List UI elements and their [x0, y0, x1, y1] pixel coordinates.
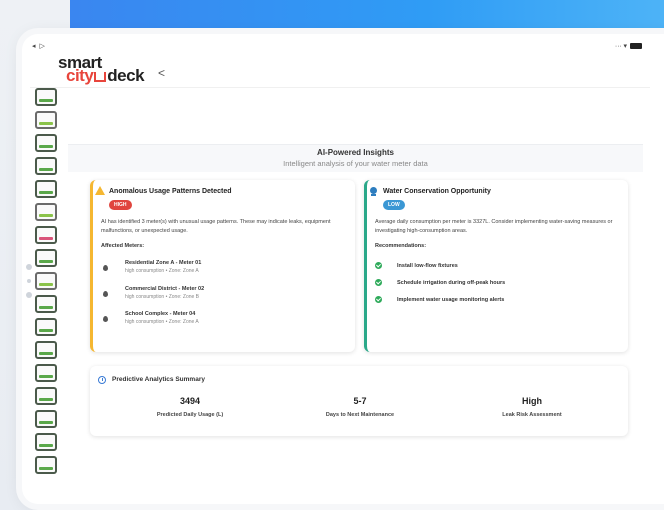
- sidebar-item-8[interactable]: [35, 249, 57, 267]
- sidebar-item-16[interactable]: [35, 433, 57, 451]
- priority-badge: LOW: [383, 200, 405, 210]
- sidebar-item-4[interactable]: [35, 157, 57, 175]
- status-right: ··∙ ▾: [615, 42, 642, 50]
- battery-icon: [630, 43, 642, 49]
- meter-item[interactable]: Residential Zone A - Meter 01 high consu…: [103, 260, 343, 280]
- affected-meters-heading: Affected Meters:: [101, 243, 145, 249]
- recommendation-item: Install low-flow fixtures: [375, 262, 615, 274]
- top-bar: smart city deck <: [30, 52, 650, 88]
- drop-icon: [103, 291, 108, 297]
- check-icon: [375, 296, 382, 303]
- stat-predicted-usage: 3494 Predicted Daily Usage (L): [110, 396, 270, 418]
- sidebar-item-2[interactable]: [35, 111, 57, 129]
- meter-item[interactable]: School Complex - Meter 04 high consumpti…: [103, 311, 343, 331]
- recommendation-text: Implement water usage monitoring alerts: [397, 297, 505, 303]
- anomaly-title: Anomalous Usage Patterns Detected: [109, 188, 232, 195]
- logo-line2: city deck: [66, 66, 145, 85]
- stat-label: Leak Risk Assessment: [502, 412, 562, 418]
- sidebar-nav: [30, 88, 62, 498]
- sidebar-item-12[interactable]: [35, 341, 57, 359]
- sidebar-item-11[interactable]: [35, 318, 57, 336]
- conservation-description: Average daily consumption per meter is 3…: [375, 219, 613, 234]
- sidebar-item-9[interactable]: [35, 272, 57, 290]
- sidebar-item-17[interactable]: [35, 456, 57, 474]
- meter-name: School Complex - Meter 04: [125, 311, 196, 317]
- sidebar-item-14[interactable]: [35, 387, 57, 405]
- meter-item[interactable]: Commercial District - Meter 02 high cons…: [103, 286, 343, 306]
- sidebar-item-1[interactable]: [35, 88, 57, 106]
- logo-city: city: [66, 66, 94, 85]
- status-bar: ◂ ▷ ··∙ ▾: [30, 40, 650, 52]
- stat-label: Predicted Daily Usage (L): [156, 412, 224, 418]
- check-icon: [375, 279, 382, 286]
- main-content: AI-Powered Insights Intelligent analysis…: [68, 88, 650, 498]
- insights-subtitle: Intelligent analysis of your water meter…: [283, 159, 428, 168]
- stat-leak-risk: High Leak Risk Assessment: [452, 396, 612, 418]
- bulb-icon: [370, 187, 377, 196]
- stat-value: 5-7: [353, 396, 367, 406]
- conservation-card: Water Conservation Opportunity LOW Avera…: [364, 180, 628, 352]
- recommendations-heading: Recommendations:: [375, 243, 427, 249]
- recommendation-text: Install low-flow fixtures: [397, 263, 458, 269]
- sidebar-item-13[interactable]: [35, 364, 57, 382]
- predictive-summary-card: Predictive Analytics Summary 3494 Predic…: [90, 366, 628, 436]
- stat-value: 3494: [179, 396, 201, 406]
- recommendation-item: Implement water usage monitoring alerts: [375, 296, 615, 308]
- sidebar-item-7[interactable]: [35, 226, 57, 244]
- conservation-title: Water Conservation Opportunity: [383, 188, 491, 195]
- check-icon: [375, 262, 382, 269]
- sidebar-item-15[interactable]: [35, 410, 57, 428]
- sidebar-item-10[interactable]: [35, 295, 57, 313]
- severity-badge: HIGH: [109, 200, 132, 210]
- back-button[interactable]: <: [158, 66, 165, 80]
- stat-maintenance: 5-7 Days to Next Maintenance: [280, 396, 440, 418]
- status-left: ◂ ▷: [32, 43, 46, 50]
- anomaly-description: AI has identified 3 meter(s) with unusua…: [101, 219, 331, 234]
- logo-house-icon: [94, 72, 107, 82]
- stat-value: High: [522, 396, 542, 406]
- sidebar-item-6[interactable]: [35, 203, 57, 221]
- anomaly-card: Anomalous Usage Patterns Detected HIGH A…: [90, 180, 355, 352]
- logo-deck: deck: [107, 66, 145, 85]
- drop-icon: [103, 265, 108, 271]
- recommendation-item: Schedule irrigation during off-peak hour…: [375, 279, 615, 291]
- insights-header: AI-Powered Insights Intelligent analysis…: [68, 144, 643, 172]
- meter-name: Residential Zone A - Meter 01: [125, 260, 202, 266]
- meter-name: Commercial District - Meter 02: [125, 286, 205, 292]
- warning-icon: [95, 186, 105, 195]
- app-logo[interactable]: smart city deck: [58, 54, 145, 85]
- recommendation-text: Schedule irrigation during off-peak hour…: [397, 280, 506, 286]
- insights-title: AI-Powered Insights: [317, 148, 394, 157]
- signal-icon: ··∙ ▾: [614, 43, 627, 50]
- sidebar-item-3[interactable]: [35, 134, 57, 152]
- meter-info: high consumption • Zone: Zone A: [125, 319, 199, 325]
- summary-title: Predictive Analytics Summary: [112, 376, 205, 383]
- sidebar-item-5[interactable]: [35, 180, 57, 198]
- clock-icon: [98, 376, 106, 384]
- meter-info: high consumption • Zone: Zone A: [125, 268, 199, 274]
- drop-icon: [103, 316, 108, 322]
- stat-label: Days to Next Maintenance: [325, 412, 395, 418]
- meter-info: high consumption • Zone: Zone B: [125, 294, 200, 300]
